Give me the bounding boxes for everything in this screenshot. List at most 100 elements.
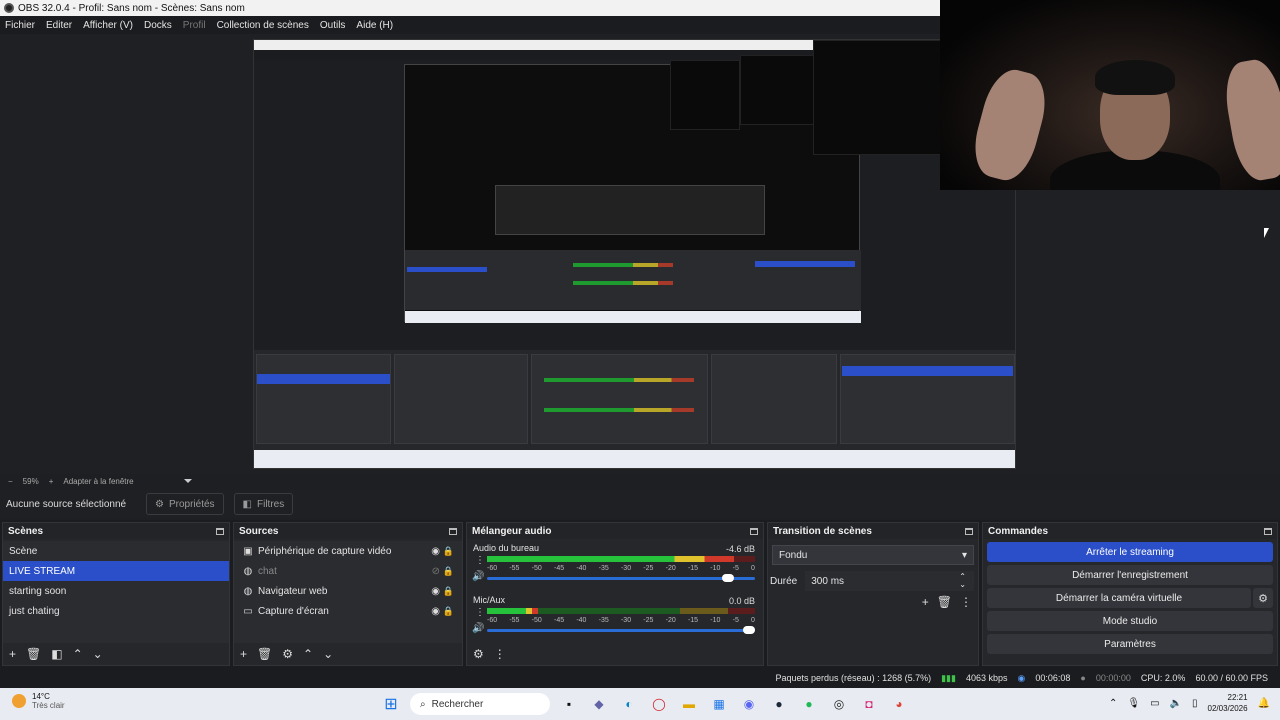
discord-icon[interactable]: ◉: [738, 693, 760, 715]
eye-hidden-icon[interactable]: ⊘: [432, 566, 440, 577]
volume-slider[interactable]: [487, 626, 755, 634]
channel-menu-icon[interactable]: ⋮: [475, 607, 485, 618]
no-source-label: Aucune source sélectionné: [6, 498, 127, 510]
channel-menu-icon[interactable]: ⋮: [475, 555, 485, 566]
webcam-overlay: [940, 0, 1280, 190]
move-down-icon[interactable]: ⌄: [323, 647, 333, 661]
remove-transition-icon[interactable]: 🗑: [937, 595, 952, 609]
volume-icon[interactable]: 🔈: [1170, 698, 1182, 709]
dock-float-icon[interactable]: [449, 527, 457, 535]
menu-fichier[interactable]: Fichier: [5, 20, 35, 31]
sources-title: Sources: [239, 525, 279, 537]
source-settings-icon[interactable]: ⚙: [282, 647, 293, 661]
lock-icon[interactable]: 🔒: [443, 586, 454, 597]
menu-outils[interactable]: Outils: [320, 20, 346, 31]
weather-temp: 14°C: [32, 692, 50, 701]
menu-editer[interactable]: Editer: [46, 20, 72, 31]
volume-slider[interactable]: [487, 574, 755, 582]
weather-widget[interactable]: 14°C Très clair: [12, 692, 65, 710]
window-titlebar: OBS 32.0.4 - Profil: Sans nom - Scènes: …: [0, 0, 940, 16]
zoom-dropdown-icon[interactable]: [183, 479, 192, 483]
duration-spinbox[interactable]: 300 ms ⌃ ⌄: [805, 571, 974, 591]
store-icon[interactable]: ▦: [708, 693, 730, 715]
mixer-dock: Mélangeur audio Audio du bureau -4.6 dB …: [466, 522, 764, 666]
dock-float-icon[interactable]: [965, 527, 973, 535]
microphone-icon[interactable]: 🎙: [1127, 698, 1140, 709]
remove-source-icon[interactable]: 🗑: [257, 647, 272, 661]
virtual-camera-button[interactable]: Démarrer la caméra virtuelle: [987, 588, 1251, 608]
add-transition-icon[interactable]: +: [922, 595, 929, 609]
windows-start-icon[interactable]: ⊞: [380, 693, 402, 715]
scene-item[interactable]: just chating: [3, 601, 229, 621]
tick-label: -60: [487, 565, 498, 572]
lock-icon[interactable]: 🔒: [443, 546, 454, 557]
move-up-icon[interactable]: ⌃: [303, 647, 313, 661]
clock[interactable]: 22:21 02/03/2026: [1208, 692, 1248, 714]
chrome-icon[interactable]: ◕: [888, 693, 910, 715]
notification-bell-icon[interactable]: 🔔: [1258, 698, 1270, 709]
obs-taskbar-icon[interactable]: ◎: [828, 693, 850, 715]
task-view-icon[interactable]: ▪: [558, 693, 580, 715]
speaker-icon[interactable]: 🔊: [472, 623, 484, 634]
add-scene-icon[interactable]: +: [9, 647, 16, 661]
scene-item[interactable]: starting soon: [3, 581, 229, 601]
add-source-icon[interactable]: +: [240, 647, 247, 661]
scene-item[interactable]: Scène: [3, 541, 229, 561]
opera-icon[interactable]: ◯: [648, 693, 670, 715]
battery-icon[interactable]: ▯: [1192, 698, 1198, 709]
lock-icon[interactable]: 🔒: [443, 566, 454, 577]
taskbar-search[interactable]: ⌕ Rechercher: [410, 693, 550, 715]
file-explorer-icon[interactable]: ▬: [678, 693, 700, 715]
dock-float-icon[interactable]: [750, 527, 758, 535]
steam-icon[interactable]: ●: [768, 693, 790, 715]
move-up-icon[interactable]: ⌃: [73, 647, 83, 661]
source-label: chat: [258, 565, 277, 577]
network-icon[interactable]: ▭: [1150, 698, 1159, 709]
filters-button[interactable]: ◧ Filtres: [233, 493, 294, 515]
instagram-icon[interactable]: ◘: [858, 693, 880, 715]
move-down-icon[interactable]: ⌄: [93, 647, 103, 661]
menu-collection-scenes[interactable]: Collection de scènes: [217, 20, 309, 31]
lock-icon[interactable]: 🔒: [443, 606, 454, 617]
stop-streaming-button[interactable]: Arrêter le streaming: [987, 542, 1273, 562]
scene-filters-icon[interactable]: ◧: [51, 647, 62, 661]
properties-button[interactable]: ⚙ Propriétés: [146, 493, 224, 515]
menu-docks[interactable]: Docks: [144, 20, 172, 31]
teams-icon[interactable]: ◆: [588, 693, 610, 715]
zoom-out-button[interactable]: −: [8, 477, 13, 486]
transition-menu-icon[interactable]: ⋮: [960, 595, 972, 609]
source-item[interactable]: ◍ Navigateur web ◉ 🔒: [234, 581, 462, 601]
source-item[interactable]: ◍ chat ⊘ 🔒: [234, 561, 462, 581]
volume-knob[interactable]: [721, 574, 734, 582]
source-item[interactable]: ▣ Périphérique de capture vidéo ◉ 🔒: [234, 541, 462, 561]
menu-aide[interactable]: Aide (H): [356, 20, 393, 31]
chevron-up-icon[interactable]: ⌃: [1109, 698, 1117, 709]
eye-icon[interactable]: ◉: [431, 606, 440, 617]
cpu-usage: CPU: 2.0%: [1140, 673, 1186, 683]
studio-mode-button[interactable]: Mode studio: [987, 611, 1273, 631]
speaker-icon[interactable]: 🔊: [472, 571, 484, 582]
remove-scene-icon[interactable]: 🗑: [26, 647, 41, 661]
volume-knob[interactable]: [743, 626, 755, 634]
source-item[interactable]: ▭ Capture d'écran ◉ 🔒: [234, 601, 462, 621]
menu-profil[interactable]: Profil: [183, 20, 206, 31]
gear-icon[interactable]: ⚙: [1253, 588, 1273, 608]
spotify-icon[interactable]: ●: [798, 693, 820, 715]
mixer-menu-icon[interactable]: ⋮: [494, 647, 506, 661]
zoom-fit-label[interactable]: Adapter à la fenêtre: [63, 477, 133, 486]
settings-button[interactable]: Paramètres: [987, 634, 1273, 654]
transition-select[interactable]: Fondu ▾: [772, 545, 974, 565]
advanced-audio-icon[interactable]: ⚙: [473, 647, 484, 661]
virtual-cam-row: Démarrer la caméra virtuelle ⚙: [983, 585, 1277, 608]
start-recording-button[interactable]: Démarrer l'enregistrement: [987, 565, 1273, 585]
spin-arrows-icon[interactable]: ⌃ ⌄: [959, 573, 966, 589]
zoom-in-button[interactable]: +: [49, 477, 54, 486]
edge-icon[interactable]: ◐: [618, 693, 640, 715]
monitor-icon: ▭: [243, 605, 253, 617]
eye-icon[interactable]: ◉: [431, 546, 440, 557]
dock-float-icon[interactable]: [216, 527, 224, 535]
scene-item-active[interactable]: LIVE STREAM: [3, 561, 229, 581]
menu-afficher[interactable]: Afficher (V): [83, 20, 133, 31]
eye-icon[interactable]: ◉: [431, 586, 440, 597]
dock-float-icon[interactable]: [1264, 527, 1272, 535]
